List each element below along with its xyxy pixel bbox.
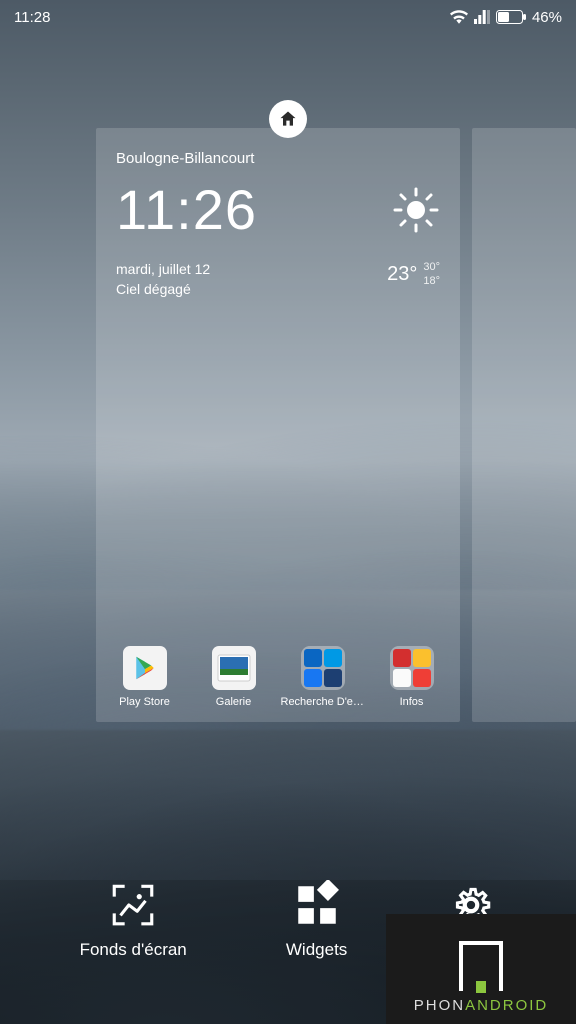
phonandroid-logo-icon <box>459 941 503 991</box>
app-label: Infos <box>370 696 454 708</box>
status-bar: 11:28 46% <box>0 0 576 34</box>
brand-part-b: ANDROID <box>465 997 548 1014</box>
widgets-icon <box>292 880 342 930</box>
weather-location: Boulogne-Billancourt <box>116 150 440 167</box>
clock-time: 11:26 <box>116 177 257 242</box>
temp-low: 18° <box>423 274 440 288</box>
folder-icon <box>301 646 345 690</box>
homescreen-preview[interactable]: Boulogne-Billancourt 11:26 mardi, juille… <box>96 128 460 722</box>
option-label: Fonds d'écran <box>80 940 187 960</box>
battery-icon <box>496 10 526 24</box>
app-label: Recherche D'em... <box>281 696 365 708</box>
sun-icon <box>392 186 440 234</box>
option-label: Widgets <box>286 940 347 960</box>
battery-percent: 46% <box>532 9 562 26</box>
phonandroid-watermark: PHONANDROID <box>386 914 576 1024</box>
app-play-store[interactable]: Play Store <box>103 646 187 708</box>
app-label: Play Store <box>103 696 187 708</box>
play-store-icon <box>123 646 167 690</box>
weather-condition: Ciel dégagé <box>116 280 210 300</box>
default-home-badge[interactable] <box>269 100 307 138</box>
folder-infos[interactable]: Infos <box>370 646 454 708</box>
gallery-icon <box>212 646 256 690</box>
homescreen-preview-next[interactable] <box>472 128 576 722</box>
widgets-button[interactable]: Widgets <box>286 880 347 960</box>
app-row: Play Store Galerie Recherche D'em... <box>96 646 460 708</box>
folder-icon <box>390 646 434 690</box>
wallpaper-icon <box>108 880 158 930</box>
app-label: Galerie <box>192 696 276 708</box>
wallpapers-button[interactable]: Fonds d'écran <box>80 880 187 960</box>
home-icon <box>278 109 298 129</box>
brand-part-a: PHON <box>414 997 465 1014</box>
weather-date: mardi, juillet 12 <box>116 260 210 280</box>
signal-icon <box>474 10 490 24</box>
status-time: 11:28 <box>14 9 50 26</box>
wifi-icon <box>450 10 468 24</box>
folder-recherche-emploi[interactable]: Recherche D'em... <box>281 646 365 708</box>
app-galerie[interactable]: Galerie <box>192 646 276 708</box>
temp-current: 23° <box>387 260 417 288</box>
temp-high: 30° <box>423 260 440 274</box>
